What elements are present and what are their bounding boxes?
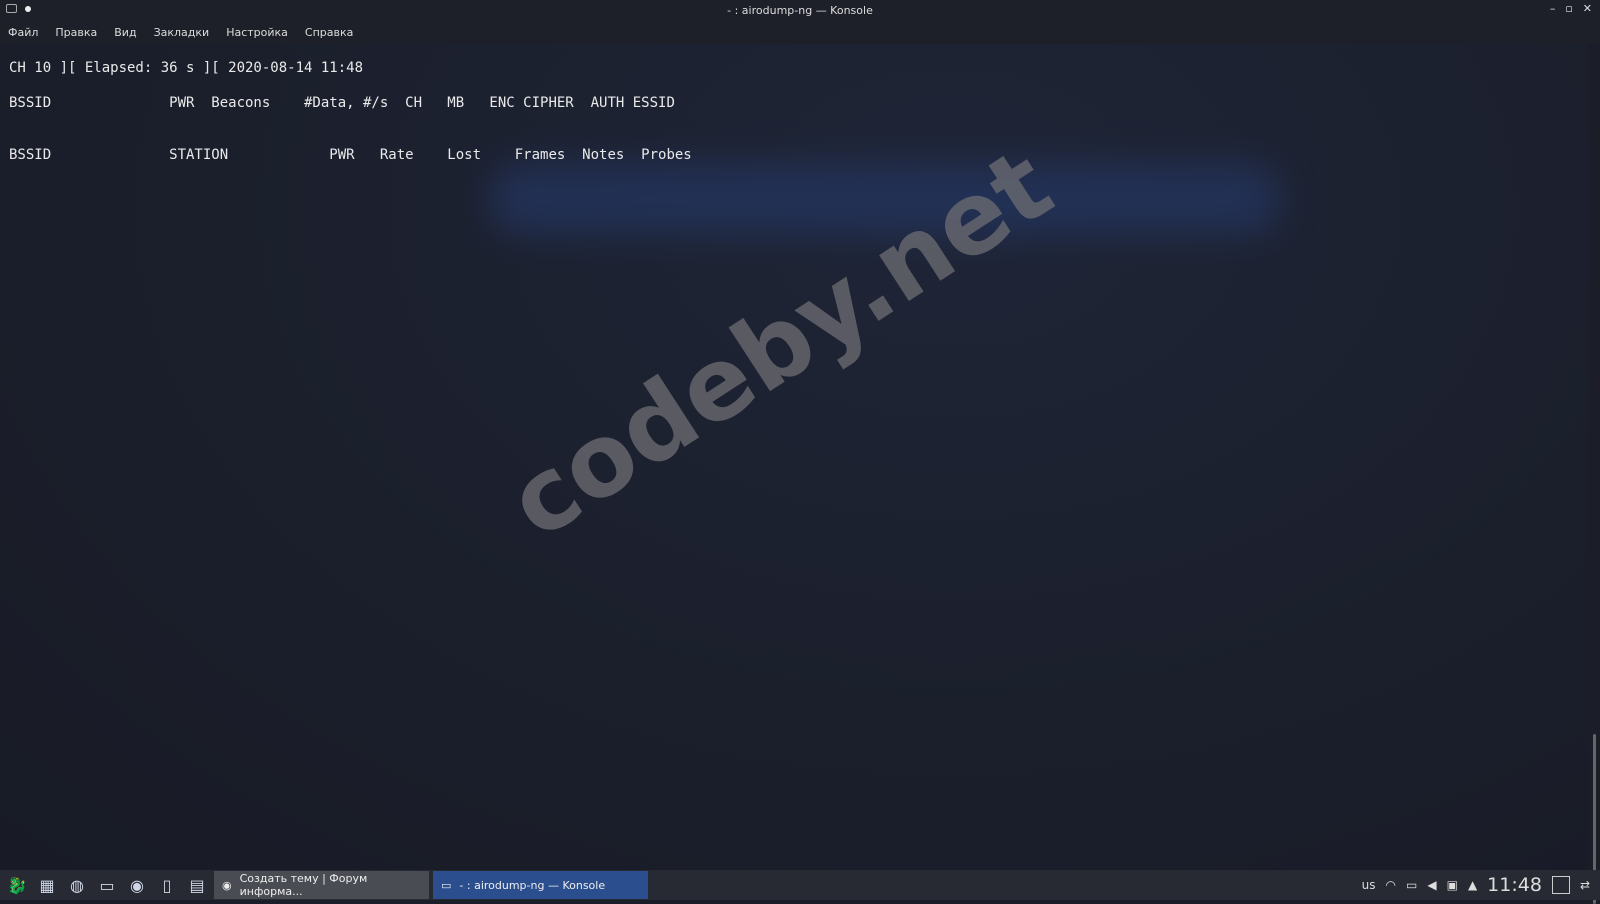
firefox-icon: ◉ [222,878,232,892]
menu-settings[interactable]: Настройка [226,26,288,39]
terminal-icon: ▭ [441,878,452,892]
task-browser[interactable]: ◉ Создать тему | Форум информа... [214,871,429,899]
file-manager-icon[interactable]: ▤ [184,873,210,897]
terminal-output[interactable]: CH 10 ][ Elapsed: 36 s ][ 2020-08-14 11:… [0,44,1588,870]
station-table-header: BSSID STATION PWR Rate Lost Frames Notes… [9,147,692,163]
clipboard-icon[interactable]: ▣ [1447,878,1458,892]
text-editor-icon[interactable]: ▯ [154,873,180,897]
menu-view[interactable]: Вид [114,26,136,39]
task-label: Создать тему | Форум информа... [239,872,368,898]
task-label: - : airodump-ng — Konsole [459,878,606,892]
status-line: CH 10 ][ Elapsed: 36 s ][ 2020-08-14 11:… [9,60,364,76]
firefox-icon[interactable]: ◉ [124,873,150,897]
minimize-button[interactable]: – [1550,2,1556,15]
window-title: - : airodump-ng — Konsole [727,3,873,17]
maximize-button[interactable]: ▫ [1565,2,1572,15]
wifi-icon[interactable]: ◠ [1386,878,1396,892]
window-menu-icon[interactable] [6,4,17,13]
menu-bar: Файл Правка Вид Закладки Настройка Справ… [0,20,1600,44]
system-tray: us ◠ ▭ ◀ ▣ ▲ 11:48 ⇄ [1362,874,1600,896]
ap-table-header: BSSID PWR Beacons #Data, #/s CH MB ENC C… [9,95,675,111]
keyboard-layout[interactable]: us [1362,878,1376,892]
browser-icon[interactable]: ◍ [64,873,90,897]
close-button[interactable]: ✕ [1583,2,1592,15]
battery-icon[interactable]: ▭ [1406,878,1417,892]
workspace-icon[interactable]: ▦ [34,873,60,897]
clock[interactable]: 11:48 [1487,874,1542,896]
menu-file[interactable]: Файл [8,26,38,39]
menu-help[interactable]: Справка [305,26,353,39]
volume-icon[interactable]: ◀ [1427,878,1436,892]
task-konsole[interactable]: ▭ - : airodump-ng — Konsole [433,871,648,899]
menu-bookmarks[interactable]: Закладки [154,26,210,39]
show-desktop-icon[interactable] [1551,876,1570,894]
title-bar: - : airodump-ng — Konsole – ▫ ✕ [0,0,1600,20]
menu-edit[interactable]: Правка [55,26,97,39]
panel-settings-icon[interactable]: ⇄ [1580,878,1590,892]
tray-expand-icon[interactable]: ▲ [1468,878,1477,892]
scrollbar[interactable] [1588,44,1600,904]
terminal-icon[interactable]: ▭ [94,873,120,897]
taskbar: 🐉 ▦ ◍ ▭ ◉ ▯ ▤ ◉ Создать тему | Форум инфо… [0,870,1600,900]
kali-menu-icon[interactable]: 🐉 [4,873,30,897]
pin-icon[interactable] [25,5,31,12]
